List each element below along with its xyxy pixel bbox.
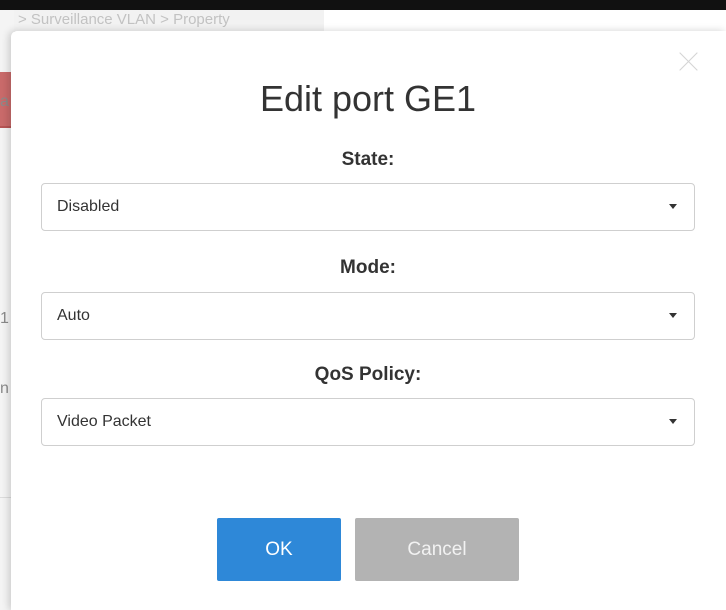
- breadcrumb: > Surveillance VLAN > Property: [14, 8, 324, 32]
- top-bar: [0, 0, 726, 10]
- qos-policy-select[interactable]: Video Packet: [41, 398, 695, 446]
- qos-policy-label: QoS Policy:: [314, 364, 422, 385]
- mode-select-value: Auto: [57, 307, 90, 324]
- chevron-down-icon: [669, 419, 677, 424]
- screen: a 1 n > Surveillance VLAN > Property Edi…: [0, 0, 726, 610]
- state-select-value: Disabled: [57, 198, 120, 215]
- chevron-down-icon: [669, 204, 677, 209]
- state-select[interactable]: Disabled: [41, 183, 695, 231]
- cancel-button[interactable]: Cancel: [355, 518, 519, 581]
- qos-policy-select-value: Video Packet: [57, 413, 151, 430]
- close-icon[interactable]: [678, 50, 700, 72]
- dialog-title: Edit port GE1: [259, 78, 477, 119]
- chevron-down-icon: [669, 313, 677, 318]
- mode-select[interactable]: Auto: [41, 292, 695, 340]
- mode-label: Mode:: [340, 257, 396, 278]
- state-label: State:: [341, 149, 395, 170]
- ok-button[interactable]: OK: [217, 518, 341, 581]
